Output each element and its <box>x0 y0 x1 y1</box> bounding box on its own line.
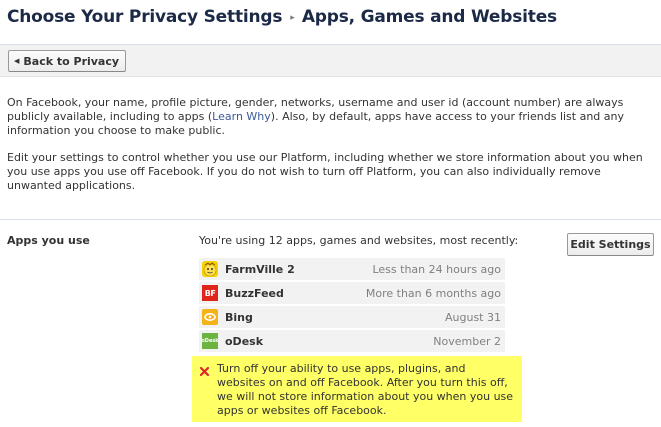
breadcrumb-privacy-settings[interactable]: Choose Your Privacy Settings <box>7 7 282 27</box>
back-to-privacy-label: Back to Privacy <box>23 54 120 68</box>
bing-icon <box>202 309 218 325</box>
toolbar: ◀ Back to Privacy <box>0 44 661 77</box>
app-last-used: November 2 <box>433 334 501 348</box>
back-to-privacy-button[interactable]: ◀ Back to Privacy <box>8 50 127 72</box>
intro-paragraph-platform: Edit your settings to control whether yo… <box>7 151 643 192</box>
intro-paragraph-public-info: On Facebook, your name, profile picture,… <box>7 96 651 138</box>
buzzfeed-icon: BF <box>202 285 218 301</box>
odesk-icon: oDesk <box>202 333 218 349</box>
close-x-icon <box>199 366 210 377</box>
app-name: FarmVille 2 <box>225 262 295 276</box>
app-last-used: Less than 24 hours ago <box>372 262 501 276</box>
learn-why-link[interactable]: Learn Why <box>212 110 271 123</box>
app-name: oDesk <box>225 334 264 348</box>
arrow-left-icon: ◀ <box>14 57 20 65</box>
turn-off-platform-notice[interactable]: Turn off your ability to use apps, plugi… <box>192 356 522 422</box>
app-last-used: More than 6 months ago <box>365 286 501 300</box>
apps-count-summary: You're using 12 apps, games and websites… <box>199 234 519 247</box>
farmville-icon <box>202 261 218 277</box>
page-header: Choose Your Privacy Settings ▸ Apps, Gam… <box>7 6 557 28</box>
turn-off-platform-text: Turn off your ability to use apps, plugi… <box>217 362 514 417</box>
app-row-bing[interactable]: Bing August 31 <box>199 306 505 328</box>
breadcrumb-separator-icon: ▸ <box>290 13 295 23</box>
page-title: Apps, Games and Websites <box>301 7 557 27</box>
app-row-buzzfeed[interactable]: BF BuzzFeed More than 6 months ago <box>199 282 505 304</box>
app-name: BuzzFeed <box>225 286 284 300</box>
recent-apps-list: FarmVille 2 Less than 24 hours ago BF Bu… <box>199 258 505 354</box>
edit-settings-button[interactable]: Edit Settings <box>567 233 654 256</box>
apps-you-use-label: Apps you use <box>7 234 90 247</box>
app-row-odesk[interactable]: oDesk oDesk November 2 <box>199 330 505 352</box>
section-divider <box>0 219 661 220</box>
app-row-farmville[interactable]: FarmVille 2 Less than 24 hours ago <box>199 258 505 280</box>
app-name: Bing <box>225 310 253 324</box>
app-last-used: August 31 <box>445 310 501 324</box>
